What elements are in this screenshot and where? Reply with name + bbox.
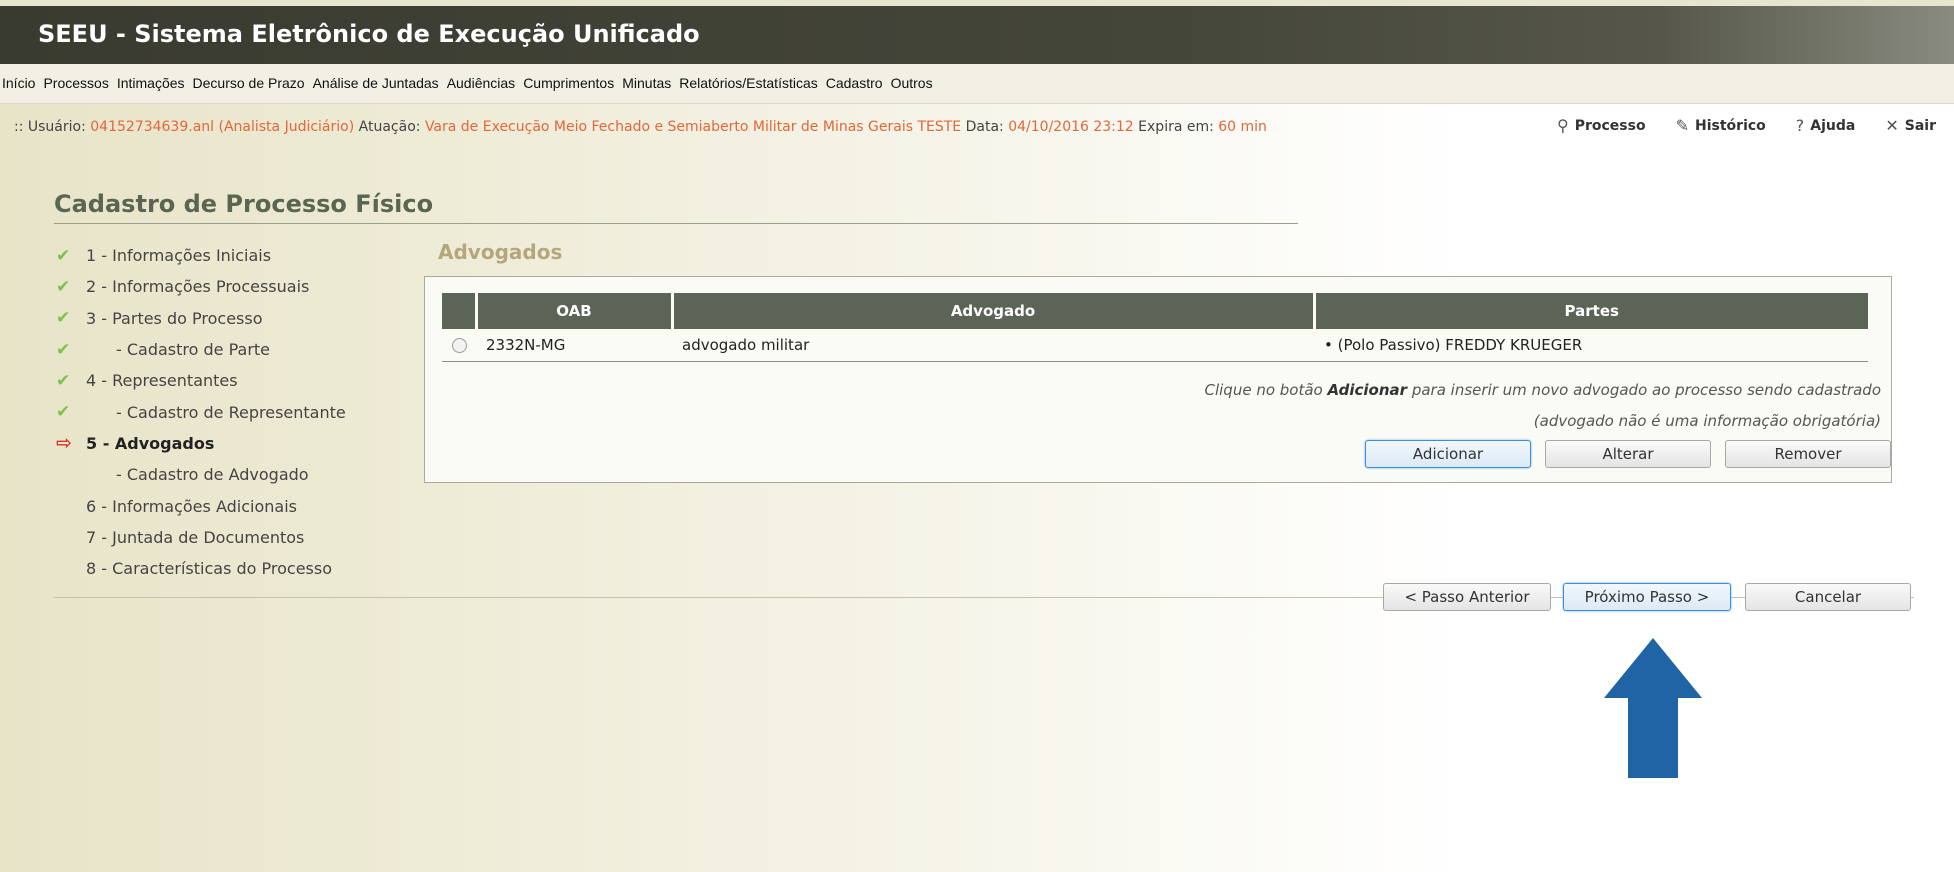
add-hint: Clique no botão Adicionar para inserir u… [1204, 381, 1881, 399]
check-icon: ✔ [56, 245, 71, 266]
expira-wrap: :: Usuário: 04152734639.anl (Analista Ju… [14, 116, 1494, 138]
arrow-right-icon: ⇨ [56, 432, 72, 455]
next-step-button[interactable]: Próximo Passo > [1563, 583, 1731, 611]
step-cadastro-de-representante[interactable]: ✔ - Cadastro de Representante [56, 396, 346, 427]
section-title: Advogados [438, 240, 563, 264]
menu-intimacoes[interactable]: Intimações [117, 75, 185, 91]
menu-cumprimentos[interactable]: Cumprimentos [523, 75, 614, 91]
hint-bold: Adicionar [1327, 381, 1408, 399]
menu-minutas[interactable]: Minutas [622, 75, 671, 91]
app-title: SEEU - Sistema Eletrônico de Execução Un… [38, 20, 700, 48]
optional-hint: (advogado não é uma informação obrigatór… [1533, 412, 1881, 430]
remove-button[interactable]: Remover [1725, 440, 1891, 468]
prev-step-button[interactable]: < Passo Anterior [1383, 583, 1551, 611]
advogado-cell: advogado militar [672, 329, 1314, 362]
step-representantes[interactable]: ✔ 4 - Representantes [56, 365, 346, 396]
column-header-partes: Partes [1314, 293, 1868, 329]
add-button[interactable]: Adicionar [1365, 440, 1531, 468]
row-select-cell[interactable] [442, 329, 476, 362]
close-icon: ✕ [1885, 116, 1899, 135]
step-cadastro-de-parte[interactable]: ✔ - Cadastro de Parte [56, 334, 346, 365]
search-icon: ⚲ [1557, 116, 1569, 135]
hint-pre: Clique no botão [1204, 381, 1328, 399]
page-title: Cadastro de Processo Físico [54, 190, 434, 218]
menu-audiencias[interactable]: Audiências [447, 75, 516, 91]
select-column-header [442, 293, 478, 329]
menu-decurso-de-prazo[interactable]: Decurso de Prazo [193, 75, 305, 91]
top-links: ⚲ Processo ✎ Histórico ? Ajuda ✕ Sair [1527, 116, 1936, 135]
edit-button[interactable]: Alterar [1545, 440, 1711, 468]
step-informacoes-processuais[interactable]: ✔ 2 - Informações Processuais [56, 271, 346, 302]
sair-link[interactable]: ✕ Sair [1885, 116, 1936, 135]
check-icon: ✔ [56, 370, 71, 391]
cancel-button[interactable]: Cancelar [1745, 583, 1911, 611]
check-icon: ✔ [56, 308, 71, 329]
menu-bar: Início Processos Intimações Decurso de P… [0, 64, 1954, 104]
title-divider [54, 223, 1298, 224]
step-advogados[interactable]: ⇨ 5 - Advogados [56, 428, 346, 459]
table-row[interactable]: 2332N-MG advogado militar • (Polo Passiv… [442, 329, 1868, 362]
step-cadastro-de-advogado: - Cadastro de Advogado [116, 465, 309, 485]
advogados-panel: OAB Advogado Partes 2332N-MG advogado mi… [424, 276, 1892, 483]
pencil-icon: ✎ [1675, 116, 1689, 135]
table-header-row: OAB Advogado Partes [442, 293, 1868, 329]
sair-link-label: Sair [1904, 117, 1936, 134]
step-partes-do-processo[interactable]: ✔ 3 - Partes do Processo [56, 303, 346, 334]
menu-processos[interactable]: Processos [43, 75, 108, 91]
title-bar: SEEU - Sistema Eletrônico de Execução Un… [0, 0, 1954, 64]
ajuda-link[interactable]: ? Ajuda [1796, 116, 1856, 135]
hint-post: para inserir um novo advogado ao process… [1407, 381, 1881, 399]
expira-value: 60 min [1218, 119, 1267, 135]
historico-link[interactable]: ✎ Histórico [1676, 116, 1766, 135]
ajuda-link-label: Ajuda [1810, 117, 1856, 134]
step-juntada-de-documentos: 7 - Juntada de Documentos [86, 527, 305, 547]
menu-analise-de-juntadas[interactable]: Análise de Juntadas [313, 75, 439, 91]
annotation-up-arrow [1604, 638, 1702, 778]
column-header-advogado: Advogado [672, 293, 1316, 329]
question-icon: ? [1795, 116, 1805, 135]
step-informacoes-iniciais[interactable]: ✔ 1 - Informações Iniciais [56, 240, 346, 271]
column-header-oab: OAB [476, 293, 674, 329]
menu-relatorios[interactable]: Relatórios/Estatísticas [679, 75, 818, 91]
menu-inicio[interactable]: Início [2, 75, 35, 91]
historico-link-label: Histórico [1695, 117, 1766, 134]
row-radio[interactable] [452, 337, 467, 353]
processo-link-label: Processo [1574, 117, 1646, 134]
partes-cell: • (Polo Passivo) FREDDY KRUEGER [1314, 329, 1868, 362]
check-icon: ✔ [56, 276, 71, 297]
processo-link[interactable]: ⚲ Processo [1557, 116, 1646, 135]
advogados-table: OAB Advogado Partes 2332N-MG advogado mi… [442, 293, 1868, 362]
menu-cadastro[interactable]: Cadastro [826, 75, 883, 91]
wizard-steps: ✔ 1 - Informações Iniciais ✔ 2 - Informaçõ… [56, 240, 346, 584]
check-icon: ✔ [56, 402, 71, 423]
oab-cell: 2332N-MG [476, 329, 672, 362]
menu-outros[interactable]: Outros [891, 75, 933, 91]
step-informacoes-adicionais: 6 - Informações Adicionais [86, 496, 297, 516]
check-icon: ✔ [56, 339, 71, 360]
step-caracteristicas-do-processo: 8 - Características do Processo [86, 559, 333, 579]
